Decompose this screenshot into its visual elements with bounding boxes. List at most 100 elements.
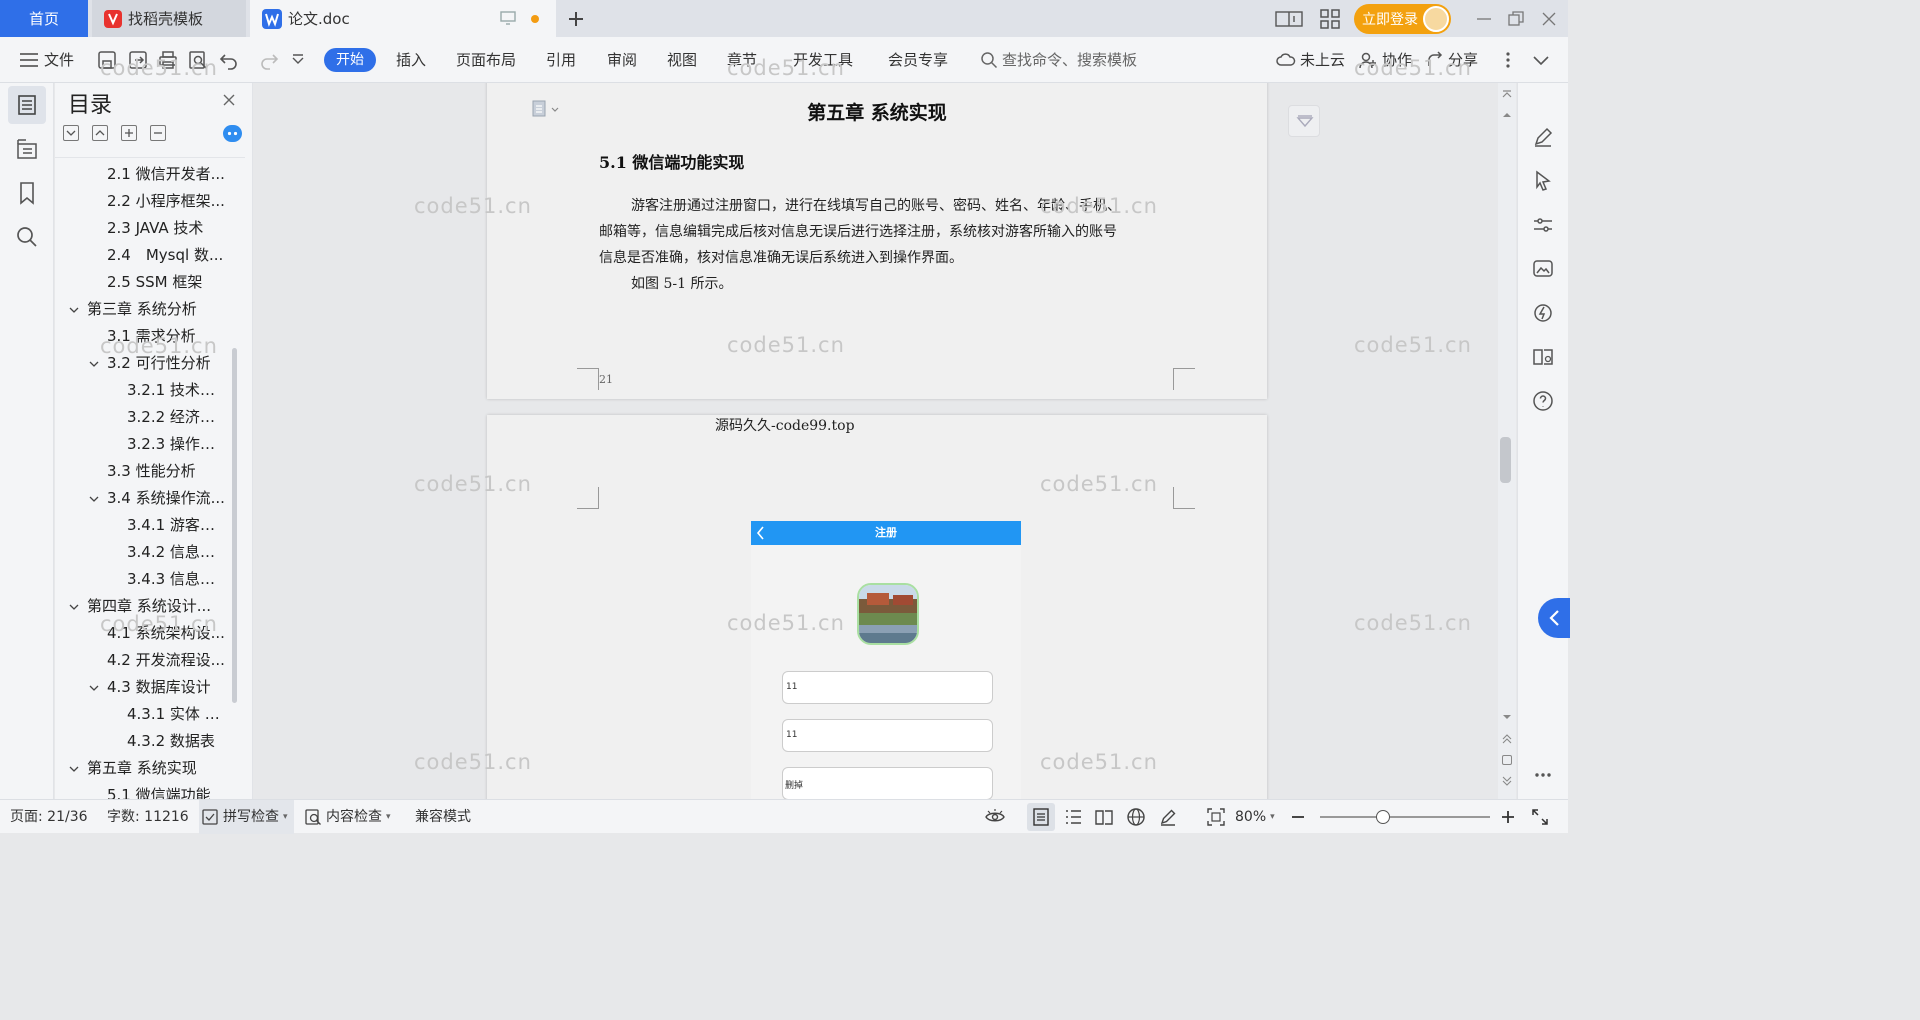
add-heading-icon[interactable] — [121, 125, 137, 141]
toc-item-3-4-1[interactable]: 3.4.1 游客登... — [127, 512, 227, 539]
adjust-sliders-icon[interactable] — [1531, 213, 1555, 237]
menu-start[interactable]: 开始 — [324, 48, 376, 72]
chevron-down-icon[interactable] — [68, 601, 80, 613]
menu-insert[interactable]: 插入 — [396, 37, 426, 83]
select-browse-object-icon[interactable] — [1502, 755, 1512, 765]
toc-item-3-3[interactable]: 3.3 性能分析 — [107, 458, 227, 485]
eye-protection-icon[interactable] — [984, 807, 1006, 827]
filter-icon[interactable] — [1288, 105, 1320, 137]
scroll-down-arrow-icon[interactable] — [1501, 713, 1513, 721]
next-page-icon[interactable] — [1501, 775, 1513, 787]
select-cursor-icon[interactable] — [1531, 169, 1555, 193]
scrollbar-thumb[interactable] — [1500, 437, 1511, 483]
prev-page-icon[interactable] — [1501, 733, 1513, 745]
content-check-button[interactable]: 内容检查 ▾ — [304, 800, 391, 834]
word-count[interactable]: 字数: 11216 — [107, 800, 189, 834]
page-indicator[interactable]: 页面: 21/36 — [10, 800, 88, 834]
close-icon[interactable] — [221, 92, 237, 108]
more-options-icon[interactable] — [1498, 49, 1518, 71]
zoom-in-plus-icon[interactable] — [1498, 807, 1518, 827]
menu-page-layout[interactable]: 页面布局 — [456, 37, 516, 83]
reading-view-icon[interactable] — [1094, 807, 1114, 827]
vertical-scrollbar[interactable] — [1498, 83, 1516, 799]
toc-item-chapter-3[interactable]: 第三章 系统分析 — [87, 296, 227, 323]
spell-check-button[interactable]: 拼写检查 ▾ — [199, 800, 294, 834]
menu-review[interactable]: 审阅 — [607, 37, 637, 83]
close-window-icon[interactable] — [1537, 7, 1561, 31]
tab-find-template[interactable]: 找稻壳模板 — [92, 0, 246, 37]
toc-item-2-2[interactable]: 2.2 小程序框架... — [107, 188, 227, 215]
toc-scrollbar[interactable] — [232, 348, 237, 703]
collapse-panel-chevron-left-icon[interactable] — [1538, 598, 1570, 638]
toc-item-5-1[interactable]: 5.1 微信端功能 — [107, 782, 227, 799]
image-tool-icon[interactable] — [1531, 257, 1555, 281]
chevron-down-icon[interactable] — [68, 763, 80, 775]
toc-item-3-2-1[interactable]: 3.2.1 技术可... — [127, 377, 227, 404]
fit-page-icon[interactable] — [1206, 807, 1226, 827]
zoom-slider[interactable] — [1320, 810, 1490, 824]
pen-edit-icon[interactable] — [1531, 125, 1555, 149]
undo-icon[interactable] — [218, 49, 240, 71]
restore-icon[interactable] — [1504, 7, 1528, 31]
toc-item-2-3[interactable]: 2.3 JAVA 技术 — [107, 215, 227, 242]
expand-down-icon[interactable] — [63, 125, 79, 141]
toc-item-2-4[interactable]: 2.4 Mysql 数... — [107, 242, 227, 269]
zoom-out-minus-icon[interactable] — [1288, 807, 1308, 827]
toc-item-3-2-3[interactable]: 3.2.3 操作可... — [127, 431, 227, 458]
toc-item-4-3[interactable]: 4.3 数据库设计 — [107, 674, 227, 701]
command-search-input[interactable]: 查找命令、搜索模板 — [980, 37, 1137, 83]
toc-item-3-2-2[interactable]: 3.2.2 经济可... — [127, 404, 227, 431]
document-page[interactable]: 第五章 系统实现 5.1 微信端功能实现 游客注册通过注册窗口，进行在线填写自己… — [487, 83, 1267, 399]
zoom-level[interactable]: 80% ▾ — [1235, 800, 1275, 834]
help-icon[interactable] — [1531, 389, 1555, 413]
toc-item-3-4-2[interactable]: 3.4.2 信息添... — [127, 539, 227, 566]
collapse-up-icon[interactable] — [92, 125, 108, 141]
navigation-pane-icon[interactable] — [13, 135, 41, 163]
zoom-slider-handle[interactable] — [1376, 810, 1390, 824]
cloud-status-button[interactable]: 未上云 — [1276, 37, 1345, 83]
chevron-down-icon[interactable] — [88, 358, 100, 370]
pen-annotation-icon[interactable] — [1158, 807, 1178, 827]
outline-view-icon[interactable] — [1063, 807, 1083, 827]
menu-references[interactable]: 引用 — [546, 37, 576, 83]
document-canvas[interactable]: 第五章 系统实现 5.1 微信端功能实现 游客注册通过注册窗口，进行在线填写自己… — [254, 83, 1498, 799]
tab-home[interactable]: 首页 — [0, 0, 88, 37]
more-tools-icon[interactable] — [1531, 763, 1555, 787]
menu-file[interactable]: 文件 — [44, 37, 74, 83]
smart-toc-icon[interactable] — [223, 125, 242, 142]
menu-view[interactable]: 视图 — [667, 37, 697, 83]
reading-mode-icon[interactable] — [1531, 345, 1555, 369]
toc-item-chapter-5[interactable]: 第五章 系统实现 — [87, 755, 227, 782]
login-button[interactable]: 立即登录 — [1354, 4, 1451, 34]
toc-item-4-3-2[interactable]: 4.3.2 数据表 — [127, 728, 227, 755]
scroll-top-icon[interactable] — [1501, 89, 1513, 99]
tab-document[interactable]: 论文.doc — [250, 0, 556, 37]
toc-item-4-2[interactable]: 4.2 开发流程设... — [107, 647, 227, 674]
remove-heading-icon[interactable] — [150, 125, 166, 141]
bookmark-icon[interactable] — [13, 179, 41, 207]
scroll-up-arrow-icon[interactable] — [1501, 111, 1513, 119]
monitor-icon[interactable] — [500, 11, 516, 25]
redo-icon[interactable] — [258, 49, 280, 71]
chevron-down-icon[interactable] — [88, 493, 100, 505]
toc-panel-icon[interactable] — [13, 91, 41, 119]
toc-item-3-4[interactable]: 3.4 系统操作流... — [107, 485, 227, 512]
quick-access-dropdown-icon[interactable] — [290, 49, 306, 71]
hamburger-menu-icon[interactable] — [18, 49, 40, 71]
web-view-globe-icon[interactable] — [1126, 807, 1146, 827]
toc-item-2-1[interactable]: 2.1 微信开发者... — [107, 161, 227, 188]
menu-member-exclusive[interactable]: 会员专享 — [888, 37, 948, 83]
toc-item-2-5[interactable]: 2.5 SSM 框架 — [107, 269, 227, 296]
new-tab-plus-icon[interactable] — [564, 7, 588, 31]
apps-grid-icon[interactable] — [1318, 7, 1342, 31]
collapse-ribbon-chevron-down-icon[interactable] — [1530, 49, 1552, 71]
chevron-down-icon[interactable] — [68, 304, 80, 316]
fullscreen-icon[interactable] — [1530, 807, 1550, 827]
window-layout-icon[interactable] — [1274, 7, 1304, 31]
toc-item-3-4-3[interactable]: 3.4.3 信息删... — [127, 566, 227, 593]
chevron-down-icon[interactable] — [88, 682, 100, 694]
page-view-button[interactable] — [1027, 803, 1055, 831]
search-icon[interactable] — [13, 223, 41, 251]
toc-item-4-3-1[interactable]: 4.3.1 实体 E... — [127, 701, 227, 728]
minimize-icon[interactable] — [1472, 7, 1496, 31]
